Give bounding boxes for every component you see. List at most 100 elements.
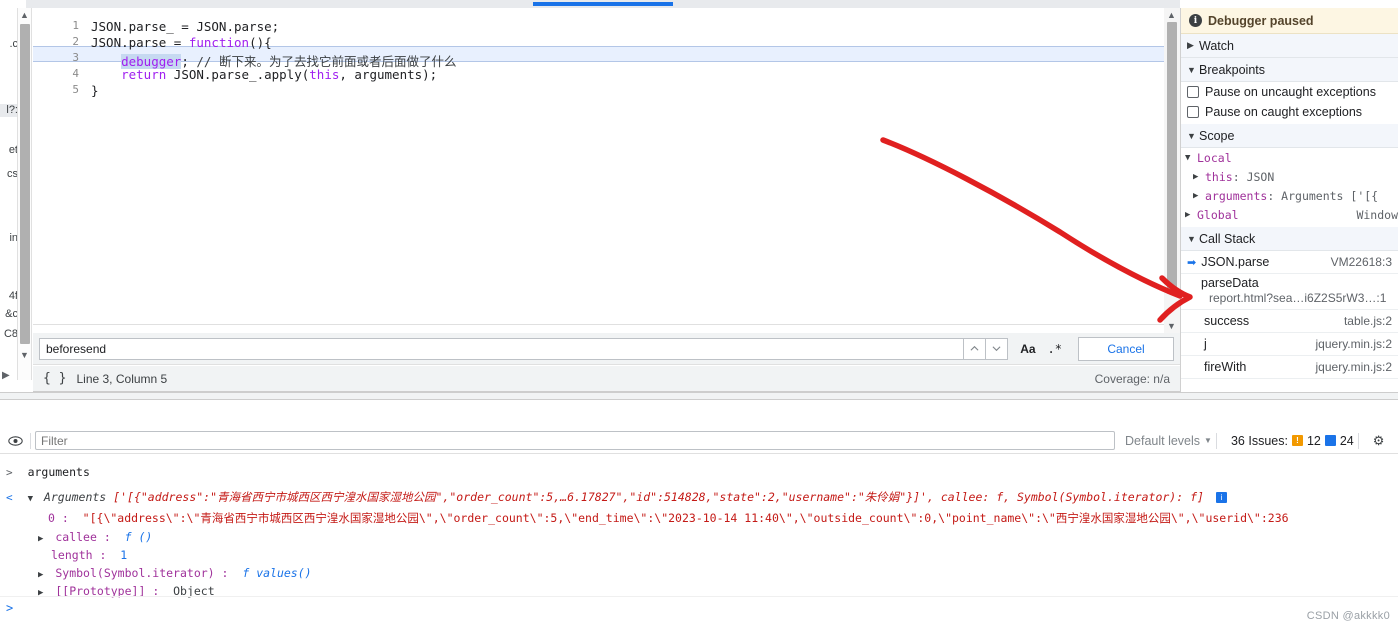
property-key: callee	[55, 530, 97, 544]
object-preview: ['[{"address":"青海省西宁市城西区西宁湟水国家湿地公园","ord…	[113, 490, 1204, 504]
navigator-item-5[interactable]: 4f	[0, 290, 17, 303]
expand-triangle-icon[interactable]: ▶	[38, 570, 43, 580]
search-next-button[interactable]	[986, 337, 1009, 360]
console-filter-input[interactable]	[35, 431, 1115, 450]
expand-triangle-icon[interactable]: ▼	[28, 494, 33, 504]
scope-global-value: Window	[1356, 207, 1398, 222]
call-stack-frame-name: parseData	[1201, 276, 1259, 290]
section-breakpoints-label: Breakpoints	[1199, 62, 1266, 77]
code-editor[interactable]: 1 2 3 4 5 JSON.parse_ = JSON.parse; JSON…	[33, 8, 1180, 325]
console-property-index[interactable]: 0 : "[{\"address\":\"青海省西宁市城西区西宁湟水国家湿地公园…	[0, 510, 1398, 526]
console-property-symbol-iterator[interactable]: ▶ Symbol(Symbol.iterator) : f values()	[0, 566, 1398, 580]
info-badge-icon[interactable]: i	[1215, 492, 1227, 503]
tab-strip	[0, 0, 1398, 8]
pause-uncaught-checkbox[interactable]	[1187, 86, 1199, 98]
code-line-1[interactable]: JSON.parse_ = JSON.parse;	[91, 19, 279, 34]
call-stack-frame-3[interactable]: j jquery.min.js:2	[1181, 333, 1398, 356]
scope-entry-global[interactable]: ▶ Global Window	[1181, 205, 1398, 224]
editor-scrollbar[interactable]: ▲ ▼	[1164, 8, 1180, 333]
property-value: f ()	[124, 530, 153, 544]
navigator-expand-icon[interactable]: ▶	[2, 370, 10, 380]
call-stack-frame-location: jquery.min.js:2	[1315, 360, 1392, 374]
line-number-3: 3	[72, 51, 79, 64]
scroll-up-icon[interactable]: ▲	[20, 10, 29, 20]
call-stack-frame-2[interactable]: success table.js:2	[1181, 310, 1398, 333]
match-case-button[interactable]: Aa	[1020, 342, 1035, 356]
call-stack-frame-0[interactable]: ➡ JSON.parse VM22618:3	[1181, 251, 1398, 274]
section-watch[interactable]: ▶ Watch	[1181, 34, 1398, 58]
call-stack-frame-4[interactable]: fireWith jquery.min.js:2	[1181, 356, 1398, 379]
line-number-5: 5	[72, 83, 79, 96]
console-output-row[interactable]: < ▼ Arguments ['[{"address":"青海省西宁市城西区西宁…	[0, 489, 1398, 505]
property-key: length	[51, 548, 93, 562]
scope-local-label: Local	[1197, 150, 1232, 165]
log-levels-dropdown[interactable]: Default levels ▼	[1125, 434, 1212, 448]
issues-summary[interactable]: 36 Issues: ! 12 24	[1231, 434, 1354, 448]
scope-entry-arguments[interactable]: ▶ arguments : Arguments ['[{	[1181, 186, 1398, 205]
chevron-down-icon: ▼	[1187, 64, 1196, 75]
navigator-item-7[interactable]: C8	[0, 328, 17, 341]
call-stack-frame-1[interactable]: parseData report.html?sea…i6Z2S5rW3…:1	[1181, 274, 1398, 310]
scrollbar-thumb[interactable]	[20, 24, 30, 344]
use-regex-button[interactable]: .*	[1048, 342, 1062, 356]
call-stack-frame-name: JSON.parse	[1201, 255, 1270, 269]
section-watch-label: Watch	[1199, 38, 1234, 53]
scope-local-row[interactable]: ▼ Local	[1181, 148, 1398, 167]
console-prompt[interactable]: >	[0, 596, 1398, 620]
pause-caught-exceptions-row[interactable]: Pause on caught exceptions	[1181, 102, 1398, 122]
debugger-sidebar: i Debugger paused ▶ Watch ▼ Breakpoints …	[1180, 8, 1398, 392]
search-prev-button[interactable]	[964, 337, 987, 360]
chevron-down-icon: ▼	[1204, 436, 1212, 445]
format-code-icon[interactable]: { }	[43, 371, 66, 386]
panel-divider[interactable]	[0, 392, 1398, 400]
editor-status-bar: { } Line 3, Column 5 Coverage: n/a	[33, 366, 1180, 392]
object-type-label: Arguments	[43, 490, 107, 504]
section-scope[interactable]: ▼ Scope	[1181, 124, 1398, 148]
chevron-down-icon: ▼	[1185, 152, 1191, 163]
eye-icon[interactable]	[4, 430, 26, 452]
code-line-2[interactable]: JSON.parse = function(){	[91, 35, 272, 50]
gear-icon[interactable]: ⚙	[1373, 433, 1385, 449]
editor-scrollbar-thumb[interactable]	[1167, 22, 1177, 294]
chevron-down-icon: ▼	[1187, 130, 1196, 141]
debugger-paused-label: Debugger paused	[1208, 13, 1314, 28]
call-stack-frame-name: success	[1204, 314, 1250, 328]
navigator-item-0[interactable]: .c	[0, 38, 17, 51]
search-input[interactable]	[39, 337, 965, 360]
navigator-item-1[interactable]: l?:	[0, 104, 17, 117]
code-line-4[interactable]: return JSON.parse_.apply(this, arguments…	[91, 67, 437, 82]
editor-search-bar: Aa .* Cancel	[33, 333, 1180, 365]
expand-triangle-icon[interactable]: ▶	[38, 534, 43, 544]
active-tab-indicator[interactable]	[533, 2, 673, 6]
editor-scroll-up-icon[interactable]: ▲	[1167, 10, 1176, 20]
toolbar-divider	[1215, 432, 1217, 449]
console-property-callee[interactable]: ▶ callee : f ()	[0, 530, 1398, 544]
console-property-length[interactable]: length : 1	[0, 548, 1398, 562]
navigator-item-6[interactable]: &c	[0, 308, 17, 321]
scroll-down-icon[interactable]: ▼	[20, 350, 29, 360]
tab-strip-left-filler	[0, 0, 26, 8]
scope-entry-this[interactable]: ▶ this : JSON	[1181, 167, 1398, 186]
pause-uncaught-label: Pause on uncaught exceptions	[1205, 85, 1376, 99]
code-line-5[interactable]: }	[91, 83, 99, 98]
navigator-scrollbar[interactable]: ▲ ▼	[18, 8, 32, 380]
line-number-4: 4	[72, 67, 79, 80]
property-value: "[{\"address\":\"青海省西宁市城西区西宁湟水国家湿地公园\",\…	[82, 511, 1289, 525]
call-stack-frame-location: jquery.min.js:2	[1315, 337, 1392, 351]
pause-uncaught-exceptions-row[interactable]: Pause on uncaught exceptions	[1181, 82, 1398, 102]
section-breakpoints[interactable]: ▼ Breakpoints	[1181, 58, 1398, 82]
navigator-strip[interactable]: .c l?: et cs in 4f &c C8 ▶	[0, 8, 18, 380]
editor-scroll-down-icon[interactable]: ▼	[1167, 321, 1176, 331]
navigator-item-4[interactable]: in	[0, 232, 17, 245]
navigator-item-2[interactable]: et	[0, 144, 17, 157]
cancel-button[interactable]: Cancel	[1078, 336, 1174, 361]
section-scope-label: Scope	[1199, 128, 1235, 143]
console-toolbar: Default levels ▼ 36 Issues: ! 12 24 ⚙	[0, 428, 1398, 454]
console-input-row[interactable]: > arguments	[0, 465, 1398, 479]
scope-global-label: Global	[1197, 207, 1239, 222]
pause-caught-checkbox[interactable]	[1187, 106, 1199, 118]
navigator-item-3[interactable]: cs	[0, 168, 17, 181]
section-call-stack[interactable]: ▼ Call Stack	[1181, 227, 1398, 251]
call-stack-frame-name: fireWith	[1204, 360, 1247, 374]
property-key: Symbol(Symbol.iterator)	[55, 566, 215, 580]
